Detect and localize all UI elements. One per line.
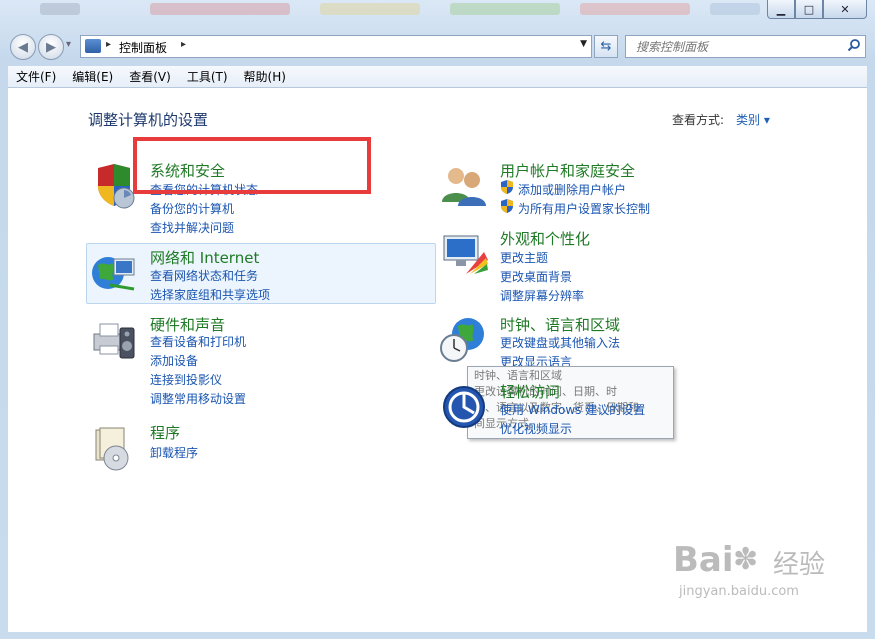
watermark-brand-suffix: 经验: [773, 550, 826, 580]
menu-view[interactable]: 查看(V): [121, 68, 179, 85]
refresh-button[interactable]: ⇆: [594, 35, 618, 58]
link-parental-controls[interactable]: 为所有用户设置家长控制: [518, 200, 650, 217]
breadcrumb-separator-icon[interactable]: ▸: [106, 39, 111, 50]
baidu-watermark: Bai ✽ 经验 jingyan.baidu.com: [673, 540, 873, 630]
address-bar[interactable]: ▸ 控制面板 ▸ ▼: [80, 35, 592, 58]
blurred-title-5: [580, 3, 690, 15]
category-title-hardware-sound[interactable]: 硬件和声音: [150, 314, 225, 335]
printer-speaker-icon: [93, 323, 135, 359]
link-mobility-settings[interactable]: 调整常用移动设置: [150, 390, 246, 407]
blurred-title-3: [320, 3, 420, 15]
title-bar[interactable]: ▁ □ ✕: [0, 0, 875, 28]
category-title-network-internet[interactable]: 网络和 Internet: [150, 247, 259, 268]
link-connect-projector[interactable]: 连接到投影仪: [150, 371, 222, 388]
link-uninstall-program[interactable]: 卸载程序: [150, 444, 198, 461]
category-ease-of-access: 轻松访问 使用 Windows 建议的设置 优化视频显示: [438, 381, 778, 441]
menu-file[interactable]: 文件(F): [8, 68, 64, 85]
network-globe-icon: [92, 257, 135, 291]
refresh-icon: ⇆: [600, 39, 612, 54]
back-button[interactable]: ◀: [10, 34, 36, 60]
watermark-url: jingyan.baidu.com: [679, 584, 799, 599]
category-title-programs[interactable]: 程序: [150, 422, 180, 443]
users-icon: [442, 168, 486, 206]
link-adjust-resolution[interactable]: 调整屏幕分辨率: [500, 287, 584, 304]
category-network-internet: 网络和 Internet 查看网络状态和任务 选择家庭组和共享选项: [88, 247, 428, 307]
menu-bar: 文件(F) 编辑(E) 查看(V) 工具(T) 帮助(H): [8, 66, 867, 88]
ease-of-access-icon: [443, 386, 485, 428]
link-homegroup-sharing[interactable]: 选择家庭组和共享选项: [150, 286, 270, 303]
recent-pages-button[interactable]: ▾: [66, 39, 71, 50]
clock-globe-icon: [440, 318, 484, 362]
category-title-appearance[interactable]: 外观和个性化: [500, 228, 590, 249]
link-backup-computer[interactable]: 备份您的计算机: [150, 200, 234, 217]
watermark-brand: Bai: [673, 540, 734, 580]
menu-edit[interactable]: 编辑(E): [64, 68, 121, 85]
category-title-clock-language-region[interactable]: 时钟、语言和区域: [500, 314, 620, 335]
forward-button[interactable]: ▶: [38, 34, 64, 60]
link-windows-recommended-settings[interactable]: 使用 Windows 建议的设置: [500, 401, 645, 418]
red-highlight-box: [133, 137, 371, 194]
link-devices-printers[interactable]: 查看设备和打印机: [150, 333, 246, 350]
category-user-accounts: 用户帐户和家庭安全 添加或删除用户帐户 为所有用户设置家长控制: [438, 160, 778, 220]
search-icon[interactable]: [847, 38, 861, 52]
category-clock-language-region: 时钟、语言和区域 更改键盘或其他输入法 更改显示语言: [438, 314, 778, 374]
programs-icon: [95, 427, 129, 471]
blurred-title-2: [150, 3, 290, 15]
link-change-desktop-background[interactable]: 更改桌面背景: [500, 268, 572, 285]
category-title-user-accounts[interactable]: 用户帐户和家庭安全: [500, 160, 635, 181]
search-box[interactable]: [625, 35, 866, 58]
breadcrumb-control-panel[interactable]: 控制面板: [119, 39, 167, 56]
appearance-monitor-icon: [443, 235, 488, 274]
uac-shield-icon: [501, 199, 513, 213]
category-appearance: 外观和个性化 更改主题 更改桌面背景 调整屏幕分辨率: [438, 228, 778, 303]
address-dropdown-icon[interactable]: ▼: [580, 39, 587, 49]
link-optimize-visual-display[interactable]: 优化视频显示: [500, 420, 572, 437]
control-panel-window: ▁ □ ✕ ◀ ▶ ▾ ▸ 控制面板 ▸ ▼ ⇆ 文件(F) 编辑(E) 查看(…: [0, 0, 875, 639]
view-by-dropdown[interactable]: 类别 ▾: [736, 111, 770, 128]
paw-icon: ✽: [733, 542, 759, 577]
link-add-remove-accounts[interactable]: 添加或删除用户帐户: [518, 181, 626, 198]
forward-arrow-icon: ▶: [46, 39, 56, 55]
blurred-title-6: [710, 3, 760, 15]
category-title-ease-of-access[interactable]: 轻松访问: [500, 381, 560, 402]
link-change-theme[interactable]: 更改主题: [500, 249, 548, 266]
link-change-keyboard-input[interactable]: 更改键盘或其他输入法: [500, 334, 620, 351]
menu-help[interactable]: 帮助(H): [236, 68, 294, 85]
navigation-bar: ◀ ▶ ▾ ▸ 控制面板 ▸ ▼ ⇆: [0, 30, 875, 62]
control-panel-icon: [85, 39, 101, 53]
blurred-title-4: [450, 3, 560, 15]
shield-security-icon: [98, 164, 135, 209]
link-view-network-status[interactable]: 查看网络状态和任务: [150, 267, 258, 284]
uac-shield-icon: [501, 180, 513, 194]
maximize-button[interactable]: □: [795, 0, 823, 19]
link-find-fix-problems[interactable]: 查找并解决问题: [150, 219, 234, 236]
back-arrow-icon: ◀: [18, 39, 28, 55]
category-programs: 程序 卸载程序: [88, 422, 428, 472]
page-title: 调整计算机的设置: [88, 111, 209, 129]
blurred-title-1: [40, 3, 80, 15]
link-add-device[interactable]: 添加设备: [150, 352, 198, 369]
menu-tools[interactable]: 工具(T): [179, 68, 236, 85]
view-by-label: 查看方式:: [672, 113, 725, 127]
close-button[interactable]: ✕: [823, 0, 867, 19]
minimize-button[interactable]: ▁: [767, 0, 795, 19]
window-controls: ▁ □ ✕: [767, 0, 867, 20]
category-hardware-sound: 硬件和声音 查看设备和打印机 添加设备 连接到投影仪 调整常用移动设置: [88, 314, 428, 407]
search-input[interactable]: [634, 37, 838, 56]
breadcrumb-separator-icon[interactable]: ▸: [181, 39, 186, 50]
